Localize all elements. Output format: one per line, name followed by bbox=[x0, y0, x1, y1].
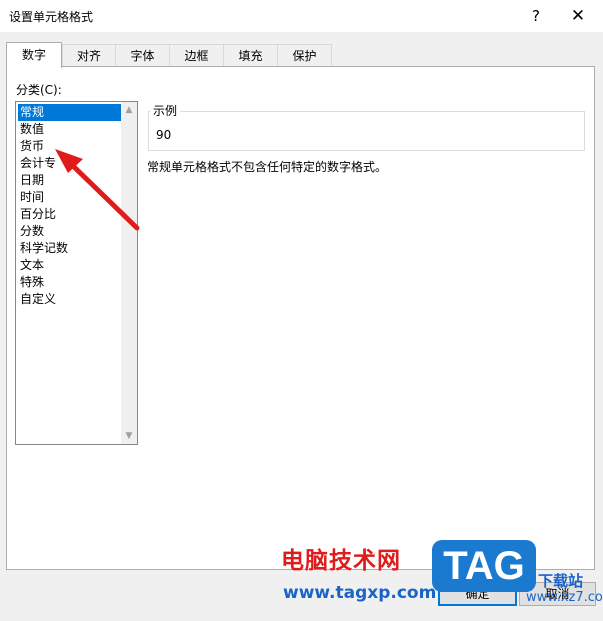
watermark-xz-text: 下载站 bbox=[538, 572, 584, 590]
help-button[interactable]: ? bbox=[518, 3, 554, 29]
category-item-scientific[interactable]: 科学记数 bbox=[18, 240, 122, 257]
category-listbox[interactable]: 常规 数值 货币 会计专 日期 时间 百分比 分数 科学记数 文本 特殊 自定义… bbox=[15, 101, 138, 445]
watermark-xz-url: www.xz7.com bbox=[526, 590, 603, 605]
category-item-fraction[interactable]: 分数 bbox=[18, 223, 122, 240]
category-item-general[interactable]: 常规 bbox=[18, 104, 122, 121]
close-button[interactable]: ✕ bbox=[560, 3, 596, 29]
list-scrollbar[interactable]: ▲ ▼ bbox=[121, 102, 137, 444]
category-item-percentage[interactable]: 百分比 bbox=[18, 206, 122, 223]
tab-number[interactable]: 数字 bbox=[6, 42, 62, 68]
scroll-up-icon[interactable]: ▲ bbox=[121, 102, 137, 118]
category-item-currency[interactable]: 货币 bbox=[18, 138, 122, 155]
watermark-site-name: 电脑技术网 bbox=[281, 548, 401, 574]
category-item-custom[interactable]: 自定义 bbox=[18, 291, 122, 308]
tab-border[interactable]: 边框 bbox=[169, 44, 224, 67]
category-item-date[interactable]: 日期 bbox=[18, 172, 122, 189]
watermark-url: www.tagxp.com bbox=[283, 583, 437, 603]
scroll-down-icon[interactable]: ▼ bbox=[121, 428, 137, 444]
category-item-text[interactable]: 文本 bbox=[18, 257, 122, 274]
sample-legend: 示例 bbox=[150, 102, 181, 119]
tab-fill[interactable]: 填充 bbox=[223, 44, 278, 67]
tab-font[interactable]: 字体 bbox=[115, 44, 170, 67]
category-item-accounting[interactable]: 会计专 bbox=[18, 155, 122, 172]
category-item-number[interactable]: 数值 bbox=[18, 121, 122, 138]
title-bar: 设置单元格格式 ? ✕ bbox=[0, 0, 603, 32]
format-description: 常规单元格格式不包含任何特定的数字格式。 bbox=[147, 160, 388, 174]
sample-group bbox=[148, 111, 585, 151]
tab-alignment[interactable]: 对齐 bbox=[62, 44, 116, 67]
sample-value: 90 bbox=[156, 128, 172, 142]
watermark-logo: TAG bbox=[432, 540, 536, 592]
category-item-special[interactable]: 特殊 bbox=[18, 274, 122, 291]
category-item-time[interactable]: 时间 bbox=[18, 189, 122, 206]
category-label: 分类(C): bbox=[16, 83, 62, 97]
dialog-title: 设置单元格格式 bbox=[9, 10, 94, 24]
tab-protection[interactable]: 保护 bbox=[277, 44, 332, 67]
